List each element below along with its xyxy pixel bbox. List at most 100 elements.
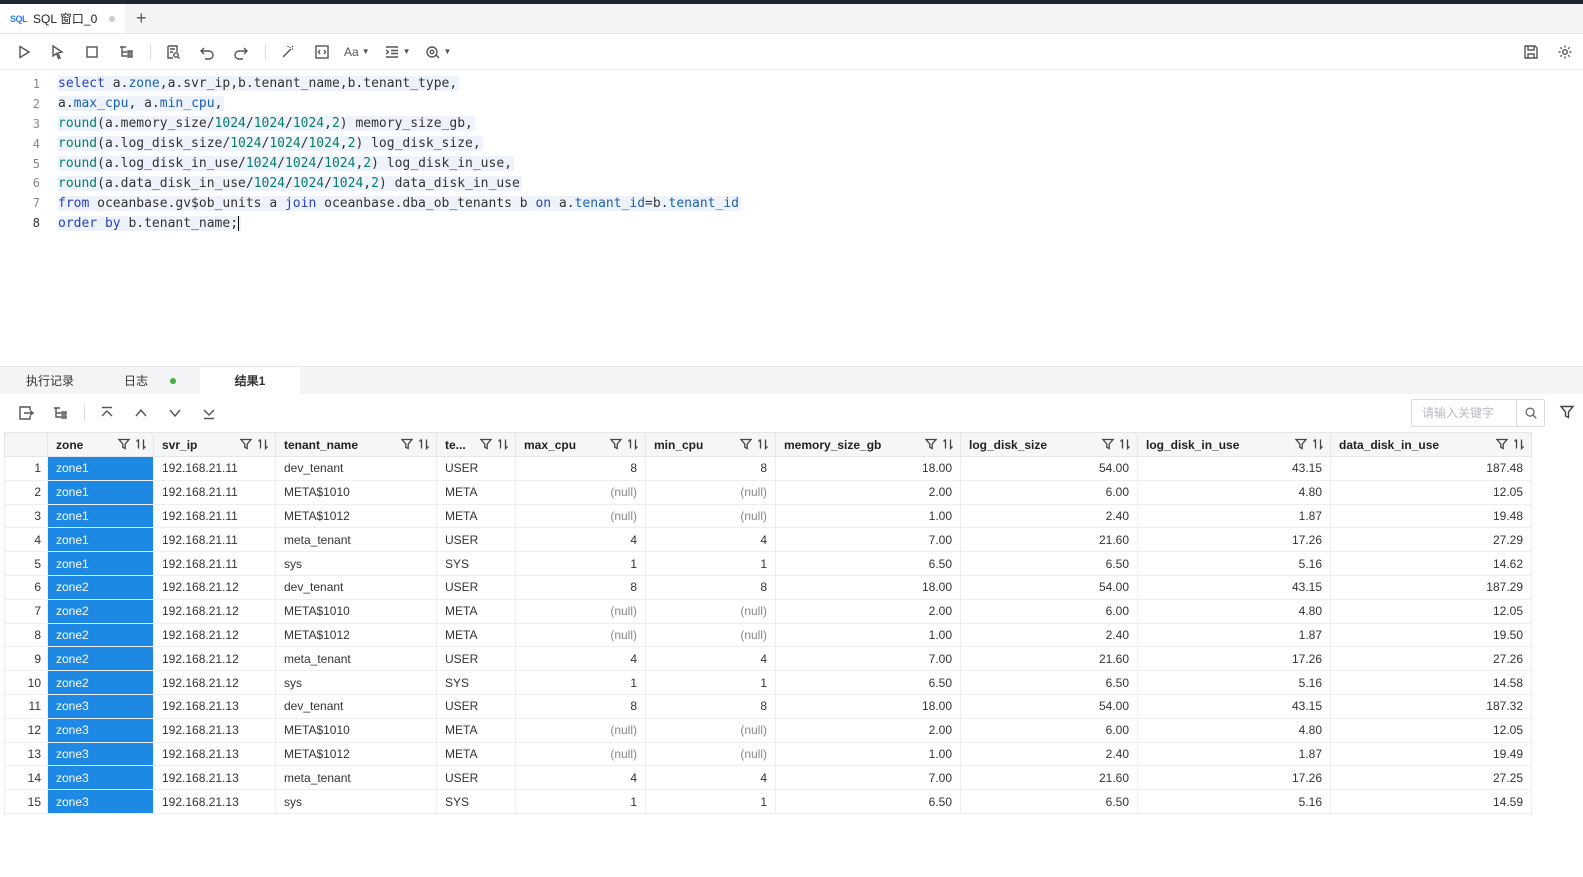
table-cell[interactable]: 54.00 [960,456,1138,481]
table-cell[interactable]: 6.50 [775,670,961,695]
table-cell[interactable]: sys [275,789,437,814]
table-cell[interactable]: (null) [515,479,646,505]
table-cell[interactable]: 12.05 [1330,717,1532,743]
run-selected-button[interactable] [46,40,70,64]
table-cell[interactable]: 12.05 [1330,479,1532,505]
table-cell[interactable]: 5.16 [1137,789,1331,814]
table-row[interactable]: 12 zone3 192.168.21.13 META$1010 META (null)(… [4,717,1532,743]
column-header[interactable]: memory_size_gb [775,432,961,457]
run-button[interactable] [12,40,36,64]
table-cell[interactable]: 1.87 [1137,622,1331,648]
table-cell[interactable]: 4.80 [1137,479,1331,505]
column-header[interactable]: min_cpu [645,432,776,457]
filter-icon[interactable] [480,438,492,450]
table-cell[interactable]: 187.32 [1330,693,1532,719]
table-cell[interactable]: 192.168.21.12 [153,598,276,624]
table-cell[interactable]: 192.168.21.11 [153,456,276,481]
tab-log[interactable]: 日志 [100,367,200,394]
table-cell[interactable]: 192.168.21.13 [153,789,276,814]
table-cell[interactable]: 5.16 [1137,551,1331,576]
table-cell[interactable]: META [436,598,516,624]
code-text[interactable]: round(a.log_disk_in_use/1024/1024/1024,2… [58,156,514,171]
table-row[interactable]: 3 zone1 192.168.21.11 META$1012 META (null) (n… [4,503,1532,529]
table-cell[interactable]: 54.00 [960,574,1138,600]
table-cell[interactable]: 192.168.21.11 [153,551,276,576]
table-cell[interactable]: 4.80 [1137,717,1331,743]
table-cell[interactable]: USER [436,527,516,553]
table-row[interactable]: 13 zone3 192.168.21.13 META$1012 META (null)(… [4,741,1532,767]
code-text[interactable]: round(a.memory_size/1024/1024/1024,2) me… [58,116,475,132]
table-cell[interactable]: 19.50 [1330,622,1532,648]
table-cell[interactable]: (null) [645,598,776,624]
table-cell[interactable]: 14.59 [1330,789,1532,814]
table-cell[interactable]: zone3 [47,741,154,767]
table-cell[interactable]: 19.48 [1330,503,1532,529]
table-cell[interactable]: zone1 [47,456,154,481]
table-cell[interactable]: 4.80 [1137,598,1331,624]
table-cell[interactable]: (null) [515,717,646,743]
filter-icon[interactable] [401,438,413,450]
table-cell[interactable]: 1.87 [1137,503,1331,529]
column-header[interactable]: te... [436,432,516,457]
table-cell[interactable]: zone1 [47,527,154,553]
table-cell[interactable]: 4 [645,765,776,791]
column-header-actions[interactable] [480,438,509,450]
sort-icon[interactable] [942,438,954,450]
table-cell[interactable]: 187.48 [1330,456,1532,481]
table-cell[interactable]: 54.00 [960,693,1138,719]
ai-dropdown[interactable]: ▼ [425,44,451,60]
table-cell[interactable]: 192.168.21.12 [153,622,276,648]
table-cell[interactable]: 2.40 [960,503,1138,529]
table-cell[interactable]: 1.87 [1137,741,1331,767]
table-row[interactable]: 6 zone2 192.168.21.12 dev_tenant USER 8 8 18.00… [4,574,1532,600]
table-cell[interactable]: 6.50 [775,789,961,814]
table-cell[interactable]: META$1010 [275,717,437,743]
table-cell[interactable]: zone2 [47,646,154,672]
table-cell[interactable]: 6.00 [960,717,1138,743]
filter-icon[interactable] [925,438,937,450]
code-text[interactable]: round(a.log_disk_size/1024/1024/1024,2) … [58,136,483,152]
table-cell[interactable]: META [436,479,516,505]
tab-result-1[interactable]: 结果1 [200,367,300,394]
table-cell[interactable]: (null) [515,741,646,767]
table-cell[interactable]: dev_tenant [275,574,437,600]
table-cell[interactable]: 21.60 [960,765,1138,791]
table-cell[interactable]: 27.26 [1330,646,1532,672]
table-cell[interactable]: META [436,717,516,743]
table-cell[interactable]: zone3 [47,717,154,743]
table-cell[interactable]: 18.00 [775,574,961,600]
table-cell[interactable]: 17.26 [1137,646,1331,672]
table-cell[interactable]: 43.15 [1137,456,1331,481]
table-cell[interactable]: USER [436,456,516,481]
sql-editor[interactable]: 1 select a.zone,a.svr_ip,b.tenant_name,b… [0,70,1583,366]
table-cell[interactable]: zone1 [47,551,154,576]
table-cell[interactable]: META$1012 [275,741,437,767]
table-row[interactable]: 8 zone2 192.168.21.12 META$1012 META (null) (n… [4,622,1532,648]
last-row-button[interactable] [197,401,221,425]
table-cell[interactable]: sys [275,670,437,695]
column-header[interactable]: tenant_name [275,432,437,457]
sort-icon[interactable] [1312,438,1324,450]
table-cell[interactable]: 1 [645,670,776,695]
table-cell[interactable]: zone2 [47,622,154,648]
column-header[interactable]: zone [47,432,154,457]
table-row[interactable]: 4 zone1 192.168.21.11 meta_tenant USER 4 4 7.00… [4,527,1532,553]
code-text[interactable]: order by b.tenant_name; [58,215,242,231]
table-cell[interactable]: 1.00 [775,741,961,767]
column-header[interactable]: svr_ip [153,432,276,457]
column-header[interactable]: max_cpu [515,432,646,457]
table-cell[interactable]: 4 [645,646,776,672]
table-cell[interactable]: zone1 [47,479,154,505]
table-cell[interactable]: 192.168.21.11 [153,503,276,529]
table-cell[interactable]: meta_tenant [275,765,437,791]
filter-icon[interactable] [1102,438,1114,450]
table-cell[interactable]: sys [275,551,437,576]
table-cell[interactable]: 6.00 [960,479,1138,505]
table-cell[interactable]: 192.168.21.13 [153,741,276,767]
table-cell[interactable]: 8 [645,693,776,719]
table-cell[interactable]: 43.15 [1137,574,1331,600]
stop-button[interactable] [80,40,104,64]
table-cell[interactable]: (null) [645,741,776,767]
column-header[interactable]: log_disk_size [960,432,1138,457]
filter-icon[interactable] [740,438,752,450]
